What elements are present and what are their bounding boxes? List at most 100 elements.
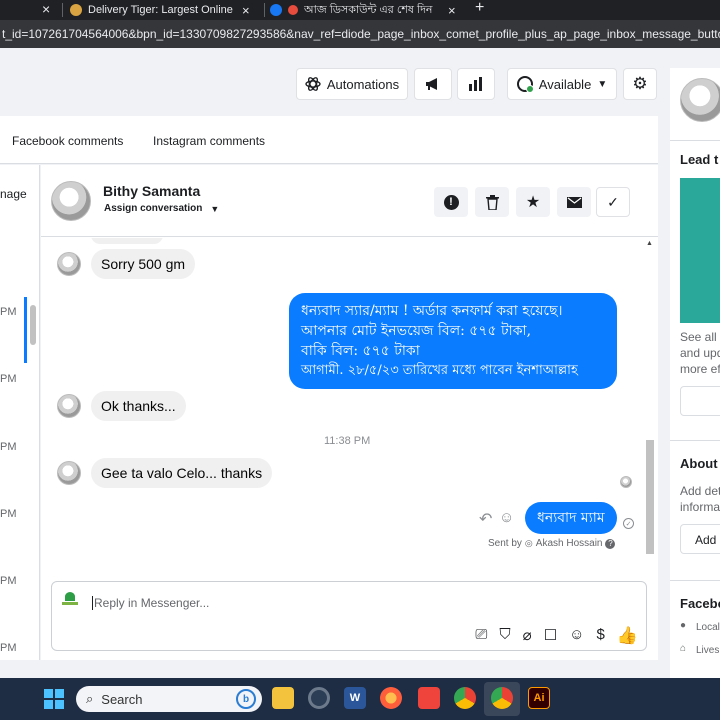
avatar (57, 461, 81, 485)
tab2-close-button[interactable]: × (242, 3, 250, 18)
delete-button[interactable] (475, 187, 509, 217)
emoji-icon[interactable]: ☺ (569, 626, 584, 646)
gear-icon: ⚙ (632, 74, 648, 93)
avatar[interactable] (680, 78, 720, 122)
chrome-icon[interactable] (454, 687, 476, 709)
inbox-app: Automations Available ▼ ⚙ Facebook comme… (0, 48, 720, 678)
reply-box: Reply in Messenger... ⎚ ⛉ ⌀ ☐ ☺ $ 👍 (51, 581, 647, 651)
insights-button[interactable] (457, 68, 495, 100)
agent-icon: ◎ (524, 538, 533, 548)
tab3-close-button[interactable]: × (448, 3, 456, 18)
illustrator-icon[interactable]: Ai (528, 687, 550, 709)
list-header-fragment: nage (0, 187, 27, 201)
lead-button[interactable] (680, 386, 720, 416)
spam-button[interactable]: ! (434, 187, 468, 217)
tiger-favicon-icon (70, 4, 82, 16)
chat-panel: Bithy Samanta Assign conversation ▼ ! ★ … (41, 165, 658, 660)
contact-details-panel: Lead t See all y and upd more ef About A… (670, 68, 720, 678)
megaphone-button[interactable] (414, 68, 452, 100)
anydesk-icon[interactable] (418, 687, 440, 709)
mark-done-button[interactable]: ✓ (596, 187, 630, 217)
message-thread: Sorry 500 gm ধন্যবাদ স্যার/ম্যাম ! অর্ডা… (41, 238, 658, 580)
about-section-title: About (680, 456, 718, 471)
windows-start-icon[interactable] (44, 689, 64, 709)
avatar (57, 252, 81, 276)
contact-name[interactable]: Bithy Samanta (103, 183, 200, 199)
tab-facebook-comments[interactable]: Facebook comments (12, 134, 123, 148)
automations-button[interactable]: Automations (296, 68, 408, 100)
mark-unread-button[interactable] (557, 187, 591, 217)
chat-header: Bithy Samanta Assign conversation ▼ ! ★ … (41, 165, 658, 237)
browser-tab-strip: × Delivery Tiger: Largest Online Co × আজ… (0, 0, 720, 20)
selected-conversation-indicator (24, 297, 27, 363)
tab-discount[interactable]: আজ ডিসকাউন্ট এর শেষ দিন × (270, 0, 460, 20)
bing-icon: b (236, 689, 256, 709)
thread-scrollbar[interactable]: ▲ (646, 238, 654, 580)
list-item-time: PM (0, 508, 17, 520)
avatar[interactable] (51, 181, 91, 221)
tab-instagram-comments[interactable]: Instagram comments (153, 134, 265, 148)
comments-tabs: Facebook comments Instagram comments (0, 116, 658, 164)
star-icon: ★ (525, 194, 541, 211)
home-icon: ⌂ (680, 643, 687, 654)
list-item-time: PM (0, 575, 17, 587)
scroll-up-icon[interactable]: ▲ (646, 240, 653, 247)
help-icon[interactable]: ? (605, 538, 616, 549)
list-scrollbar[interactable] (30, 305, 36, 345)
message-timestamp: 11:38 PM (324, 435, 371, 447)
firefox-icon[interactable] (380, 687, 402, 709)
incoming-message[interactable]: Sorry 500 gm (91, 249, 196, 279)
trash-icon (485, 194, 499, 210)
file-explorer-icon[interactable] (272, 687, 294, 709)
megaphone-icon (426, 78, 437, 90)
dollar-icon[interactable]: $ (596, 626, 604, 646)
paperclip-icon[interactable]: ⌀ (523, 626, 532, 646)
new-tab-button[interactable]: + (475, 0, 484, 17)
add-details-button[interactable]: Add (680, 524, 720, 554)
seen-avatar-icon (620, 476, 632, 488)
avatar (57, 394, 81, 418)
facebook-section-title: Facebo (680, 596, 720, 611)
word-icon[interactable]: W (344, 687, 366, 709)
thumbs-up-icon[interactable]: 👍 (617, 626, 638, 646)
facebook-favicon-icon (270, 4, 282, 16)
availability-dropdown[interactable]: Available ▼ (507, 68, 617, 100)
tab-delivery-tiger[interactable]: Delivery Tiger: Largest Online Co × (70, 0, 260, 20)
list-item-time: PM (0, 642, 17, 654)
bar-chart-icon (469, 77, 482, 91)
caret-down-icon: ▼ (210, 203, 220, 214)
reply-arrow-icon[interactable]: ↶ (479, 509, 492, 529)
assign-conversation-dropdown[interactable]: Assign conversation ▼ (104, 203, 219, 214)
search-icon: ⌕ (86, 691, 94, 706)
chat-bubble-icon[interactable]: ☐ (544, 626, 557, 646)
checkmark-icon: ✓ (607, 193, 619, 210)
taskbar: ⌕ Search b W Ai (0, 678, 720, 720)
outgoing-message[interactable]: ধন্যবাদ ম্যাম (525, 502, 617, 534)
tab1-close-button[interactable]: × (42, 1, 50, 17)
alarm-icon (288, 5, 298, 15)
reply-toolbar: ⎚ ⛉ ⌀ ☐ ☺ $ 👍 (475, 626, 638, 646)
scroll-thumb[interactable] (646, 440, 654, 554)
conversation-list: nage PM PM PM PM PM PM (0, 165, 40, 660)
envelope-icon (566, 196, 582, 208)
location-icon: ● (680, 620, 687, 631)
taskbar-search[interactable]: ⌕ Search b (76, 686, 262, 712)
outgoing-message[interactable]: ধন্যবাদ স্যার/ম্যাম ! অর্ডার কনফার্ম করা… (289, 293, 617, 389)
saved-reply-icon[interactable]: ⎚ (475, 626, 487, 646)
lead-banner (680, 178, 720, 323)
reply-input[interactable]: Reply in Messenger... (92, 596, 209, 610)
page-logo (62, 592, 78, 608)
incoming-message[interactable]: Gee ta valo Celo... thanks (91, 458, 273, 488)
chrome-profile-icon[interactable] (491, 687, 513, 709)
address-bar[interactable]: t_id=107261704564006&bpn_id=133070982729… (0, 20, 720, 48)
incoming-message[interactable]: Ok thanks... (91, 391, 186, 421)
shopping-bag-icon[interactable]: ⛉ (499, 626, 510, 646)
automations-icon (305, 77, 321, 91)
react-smiley-icon[interactable]: ☺ (499, 509, 514, 526)
lead-section-title: Lead t (680, 152, 719, 167)
star-button[interactable]: ★ (516, 187, 550, 217)
camera-app-icon[interactable] (308, 687, 330, 709)
settings-button[interactable]: ⚙ (623, 68, 657, 100)
caret-down-icon: ▼ (597, 78, 608, 90)
list-item-time: PM (0, 373, 17, 385)
